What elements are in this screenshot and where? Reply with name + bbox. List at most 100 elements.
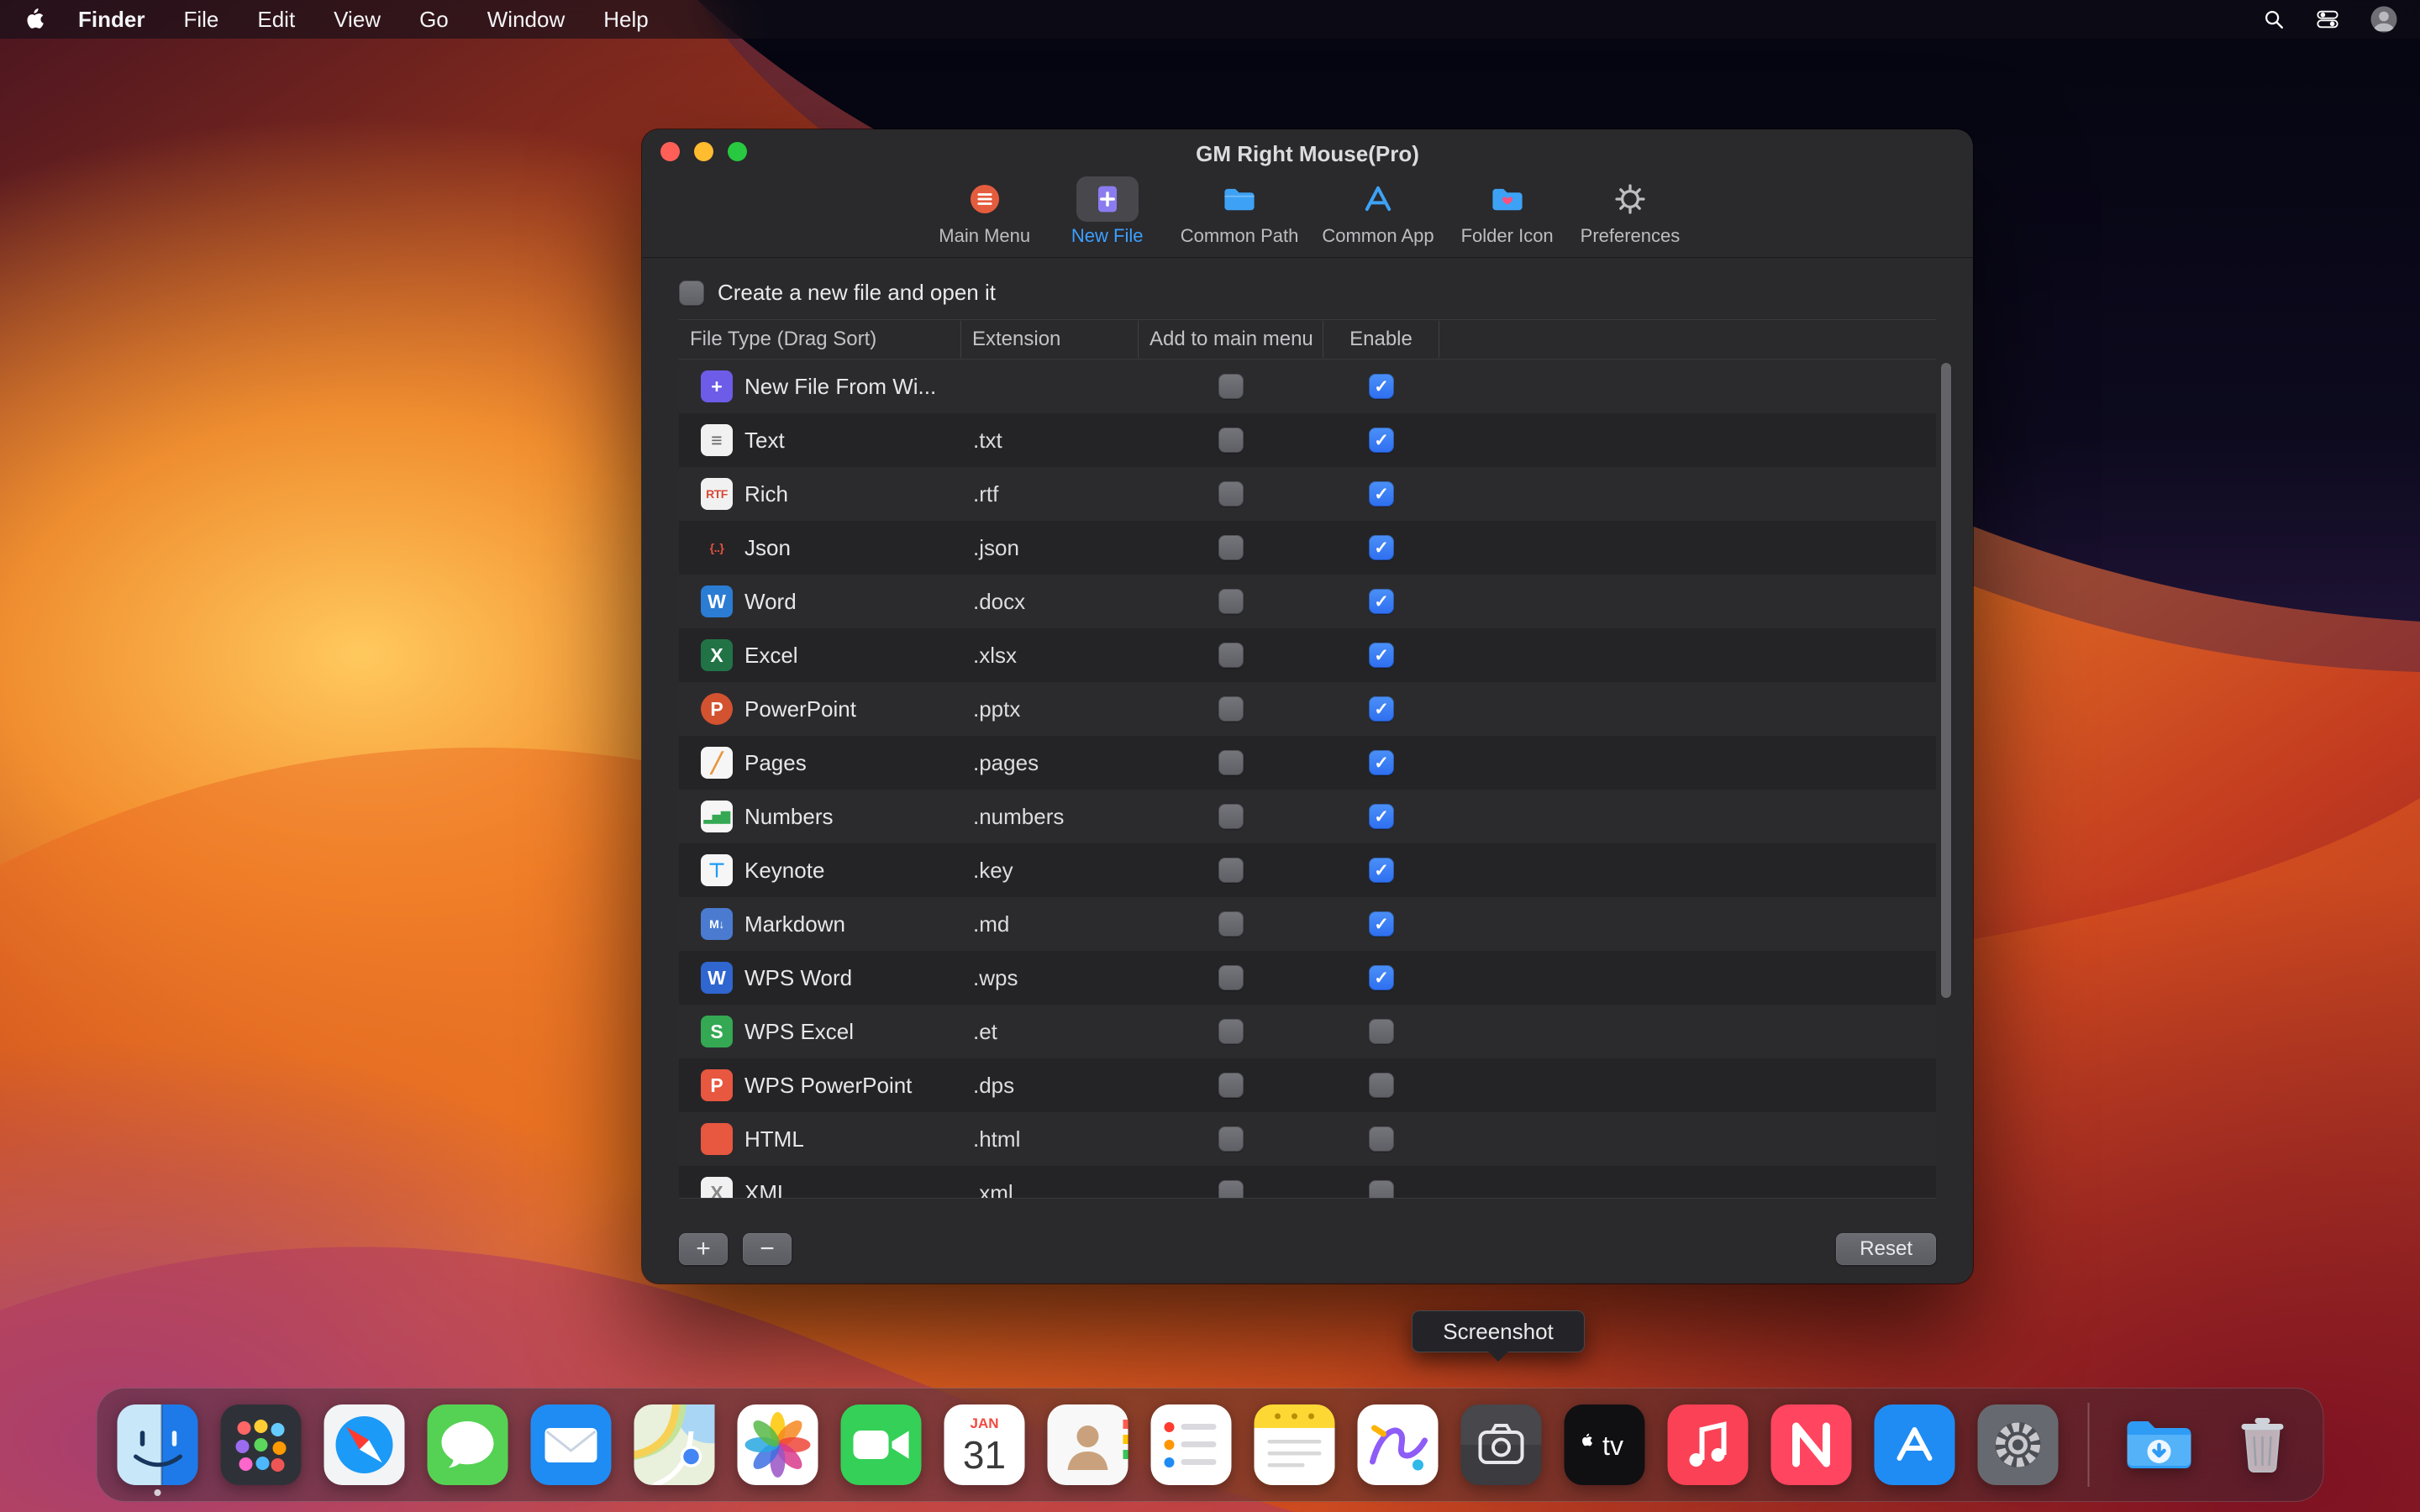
- enable-checkbox[interactable]: ✓: [1369, 911, 1394, 937]
- enable-checkbox[interactable]: [1369, 1126, 1394, 1152]
- add-to-main-menu-checkbox[interactable]: [1218, 1126, 1244, 1152]
- table-row[interactable]: HTML.html: [679, 1112, 1936, 1166]
- dock-item-facetime[interactable]: [841, 1404, 922, 1485]
- enable-checkbox[interactable]: [1369, 1073, 1394, 1098]
- enable-checkbox[interactable]: [1369, 1180, 1394, 1199]
- add-to-main-menu-checkbox[interactable]: [1218, 1073, 1244, 1098]
- dock-item-appstore[interactable]: [1875, 1404, 1955, 1485]
- dock-item-reminders[interactable]: [1151, 1404, 1232, 1485]
- add-to-main-menu-checkbox[interactable]: [1218, 696, 1244, 722]
- dock-item-news[interactable]: [1771, 1404, 1852, 1485]
- toolbar-main-menu[interactable]: Main Menu: [935, 176, 1034, 247]
- enable-checkbox[interactable]: ✓: [1369, 535, 1394, 560]
- dock-item-maps[interactable]: [634, 1404, 715, 1485]
- toolbar-new-file[interactable]: New File: [1058, 176, 1157, 247]
- add-filetype-button[interactable]: +: [679, 1233, 728, 1265]
- enable-checkbox[interactable]: ✓: [1369, 965, 1394, 990]
- table-row[interactable]: M↓Markdown.md✓: [679, 897, 1936, 951]
- add-to-main-menu-checkbox[interactable]: [1218, 750, 1244, 775]
- dock-item-notes[interactable]: [1255, 1404, 1335, 1485]
- file-type-icon: M↓: [701, 908, 733, 940]
- remove-filetype-button[interactable]: −: [743, 1233, 792, 1265]
- add-to-main-menu-checkbox[interactable]: [1218, 374, 1244, 399]
- toolbar-common-app[interactable]: Common App: [1322, 176, 1434, 247]
- dock-item-mail[interactable]: [531, 1404, 612, 1485]
- enable-checkbox[interactable]: ✓: [1369, 804, 1394, 829]
- scrollbar[interactable]: [1941, 361, 1951, 1201]
- dock-item-finder[interactable]: [118, 1404, 198, 1485]
- file-type-label: WPS Excel: [744, 1019, 854, 1045]
- table-row[interactable]: PPowerPoint.pptx✓: [679, 682, 1936, 736]
- enable-checkbox[interactable]: [1369, 1019, 1394, 1044]
- add-to-main-menu-checkbox[interactable]: [1218, 804, 1244, 829]
- menu-window[interactable]: Window: [468, 0, 584, 39]
- menu-go[interactable]: Go: [400, 0, 468, 39]
- table-row[interactable]: +New File From Wi...✓: [679, 360, 1936, 413]
- add-to-main-menu-checkbox[interactable]: [1218, 481, 1244, 507]
- app-menu-finder[interactable]: Finder: [59, 0, 164, 39]
- control-center-icon[interactable]: [2316, 8, 2339, 31]
- table-row[interactable]: XExcel.xlsx✓: [679, 628, 1936, 682]
- create-file-checkbox[interactable]: [679, 281, 704, 306]
- add-to-main-menu-checkbox[interactable]: [1218, 1180, 1244, 1199]
- scrollbar-thumb[interactable]: [1941, 363, 1951, 998]
- table-row[interactable]: WWPS Word.wps✓: [679, 951, 1936, 1005]
- new-file-icon: [1076, 176, 1139, 222]
- menu-help[interactable]: Help: [584, 0, 667, 39]
- dock-item-settings[interactable]: [1978, 1404, 2059, 1485]
- table-row[interactable]: ╱Pages.pages✓: [679, 736, 1936, 790]
- dock-item-trash[interactable]: [2223, 1404, 2303, 1485]
- add-to-main-menu-checkbox[interactable]: [1218, 858, 1244, 883]
- enable-checkbox[interactable]: ✓: [1369, 481, 1394, 507]
- apple-menu[interactable]: [25, 7, 47, 32]
- dock-item-music[interactable]: [1668, 1404, 1749, 1485]
- enable-checkbox[interactable]: ✓: [1369, 428, 1394, 453]
- user-avatar[interactable]: [2370, 5, 2398, 34]
- enable-checkbox[interactable]: ✓: [1369, 696, 1394, 722]
- toolbar-preferences[interactable]: Preferences: [1581, 176, 1681, 247]
- dock-item-launchpad[interactable]: [221, 1404, 302, 1485]
- add-to-main-menu-checkbox[interactable]: [1218, 535, 1244, 560]
- table-row[interactable]: ⊤Keynote.key✓: [679, 843, 1936, 897]
- enable-checkbox[interactable]: ✓: [1369, 643, 1394, 668]
- toolbar-common-path[interactable]: Common Path: [1181, 176, 1299, 247]
- table-row[interactable]: SWPS Excel.et: [679, 1005, 1936, 1058]
- menu-file[interactable]: File: [164, 0, 238, 39]
- dock-item-messages[interactable]: [428, 1404, 508, 1485]
- file-type-cell: {..}Json: [679, 532, 961, 564]
- add-to-main-menu-checkbox[interactable]: [1218, 911, 1244, 937]
- table-row[interactable]: ≡Text.txt✓: [679, 413, 1936, 467]
- table-row[interactable]: {..}Json.json✓: [679, 521, 1936, 575]
- dock-item-freeform[interactable]: [1358, 1404, 1439, 1485]
- dock-item-appletv[interactable]: tv: [1565, 1404, 1645, 1485]
- toolbar-folder-icon[interactable]: Folder Icon: [1458, 176, 1557, 247]
- dock-item-calendar[interactable]: JAN31: [944, 1404, 1025, 1485]
- enable-checkbox[interactable]: ✓: [1369, 589, 1394, 614]
- add-to-main-menu-checkbox[interactable]: [1218, 965, 1244, 990]
- create-file-label: Create a new file and open it: [718, 280, 996, 306]
- enable-checkbox[interactable]: ✓: [1369, 374, 1394, 399]
- table-row[interactable]: WWord.docx✓: [679, 575, 1936, 628]
- add-to-main-menu-checkbox[interactable]: [1218, 428, 1244, 453]
- enable-checkbox[interactable]: ✓: [1369, 750, 1394, 775]
- table-row[interactable]: PWPS PowerPoint.dps: [679, 1058, 1936, 1112]
- menu-view[interactable]: View: [314, 0, 400, 39]
- dock-item-safari[interactable]: [324, 1404, 405, 1485]
- dock-item-photos[interactable]: [738, 1404, 818, 1485]
- dock-item-screenshot[interactable]: [1461, 1404, 1542, 1485]
- add-to-main-menu-checkbox[interactable]: [1218, 589, 1244, 614]
- menu-edit[interactable]: Edit: [238, 0, 314, 39]
- search-icon[interactable]: [2262, 8, 2286, 31]
- extension-cell: .et: [961, 1019, 1139, 1045]
- add-to-main-menu-checkbox[interactable]: [1218, 1019, 1244, 1044]
- add-to-main-menu-checkbox[interactable]: [1218, 643, 1244, 668]
- reset-button[interactable]: Reset: [1836, 1233, 1936, 1265]
- table-row[interactable]: ▂▅▇Numbers.numbers✓: [679, 790, 1936, 843]
- table-row[interactable]: RTFRich.rtf✓: [679, 467, 1936, 521]
- dock-item-contacts[interactable]: [1048, 1404, 1128, 1485]
- table-row[interactable]: XXML.xml: [679, 1166, 1936, 1199]
- enable-checkbox[interactable]: ✓: [1369, 858, 1394, 883]
- create-file-row[interactable]: Create a new file and open it: [679, 280, 1936, 306]
- dock-item-downloads[interactable]: [2119, 1404, 2200, 1485]
- window-titlebar[interactable]: GM Right Mouse(Pro): [642, 129, 1973, 173]
